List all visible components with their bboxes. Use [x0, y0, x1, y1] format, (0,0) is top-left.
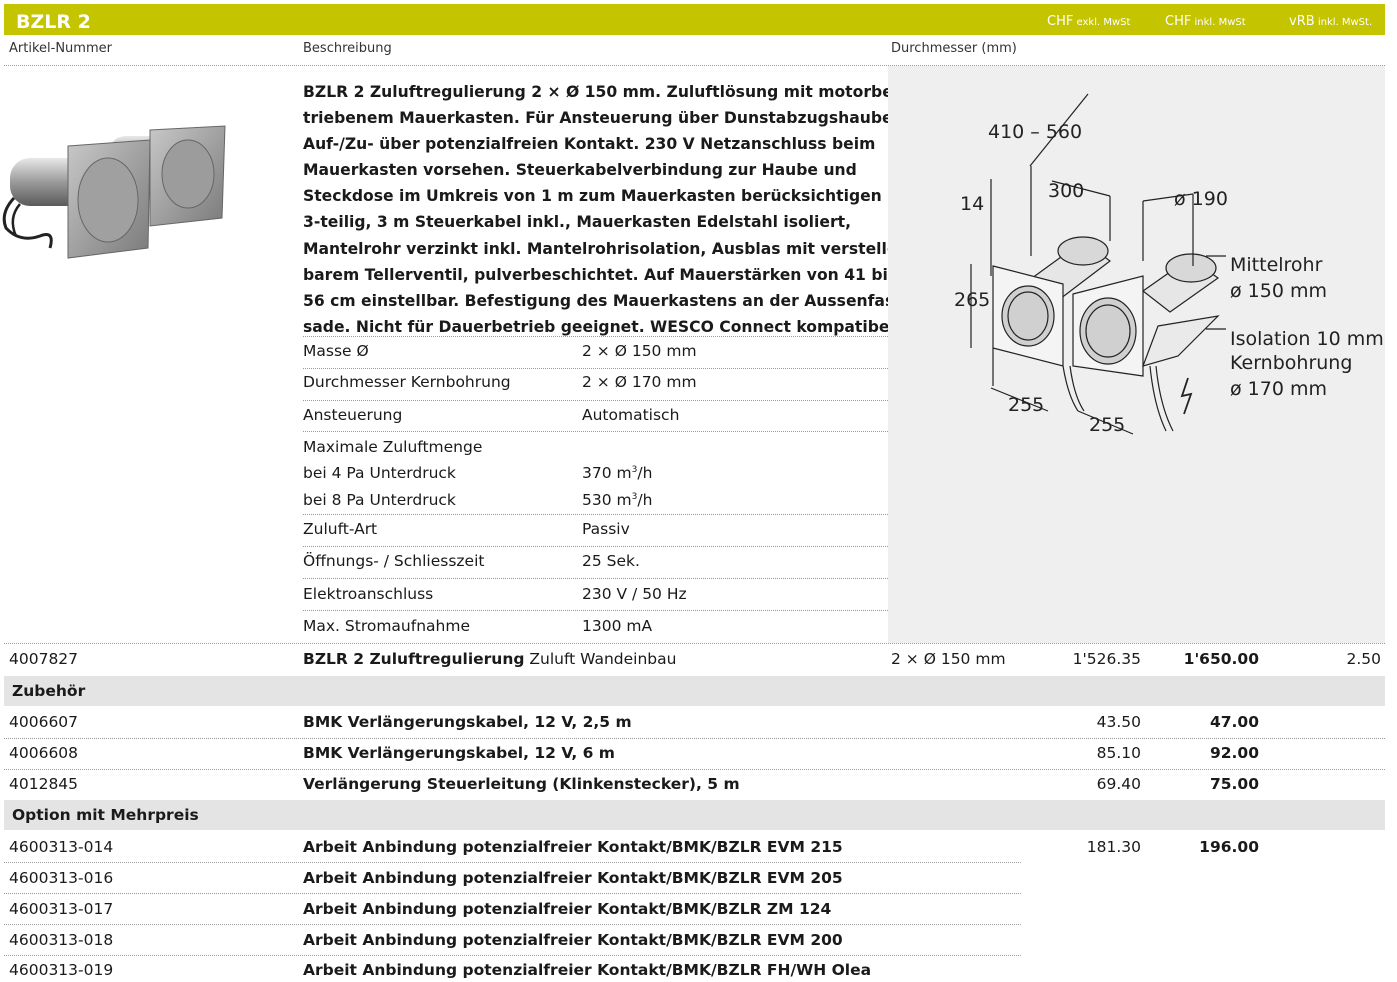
- accessory-name: BMK Verlängerungskabel, 12 V, 6 m: [303, 744, 615, 762]
- dimension-label: 300: [1048, 180, 1084, 202]
- spec-label: bei 4 Pa Unterdruck: [303, 464, 456, 482]
- section-header-accessories: Zubehör: [4, 676, 1385, 706]
- price-incl: 196.00: [1199, 838, 1259, 856]
- price-excl: 69.40: [1096, 775, 1141, 793]
- divider: [4, 862, 1021, 863]
- spec-value: Passiv: [582, 520, 630, 538]
- divider: [303, 336, 888, 337]
- spec-value: Automatisch: [582, 406, 680, 424]
- description-line: 3-teilig, 3 m Steuerkabel inkl., Mauerka…: [303, 213, 852, 232]
- price-excl: 181.30: [1086, 838, 1141, 856]
- spec-label: Durchmesser Kernbohrung: [303, 373, 511, 391]
- spec-label: Ansteuerung: [303, 406, 403, 424]
- price-incl: 47.00: [1209, 713, 1259, 731]
- price-excl: 85.10: [1096, 744, 1141, 762]
- spec-value: 2 × Ø 170 mm: [582, 373, 697, 391]
- article-number: 4600313-018: [9, 931, 114, 949]
- product-diameter: 2 × Ø 150 mm: [891, 650, 1006, 668]
- description-line: 56 cm einstellbar. Befestigung des Mauer…: [303, 291, 901, 310]
- callout-label: ø 170 mm: [1230, 378, 1327, 400]
- divider: [303, 578, 888, 579]
- article-number: 4006608: [9, 744, 79, 762]
- divider: [4, 769, 1385, 770]
- price-header-vrb: vRB inkl. MwSt.: [1289, 14, 1373, 29]
- article-number: 4006607: [9, 713, 79, 731]
- callout-label: ø 150 mm: [1230, 280, 1327, 302]
- column-header-article: Artikel-Nummer: [9, 41, 112, 56]
- callout-label: Kernbohrung: [1230, 352, 1352, 374]
- divider: [303, 514, 888, 515]
- option-name: Arbeit Anbindung potenzialfreier Kontakt…: [303, 900, 832, 918]
- description-line: Mantelrohr verzinkt inkl. Mantelrohrisol…: [303, 239, 894, 258]
- price-incl: 75.00: [1209, 775, 1259, 793]
- divider: [4, 924, 1021, 925]
- column-header-description: Beschreibung: [303, 41, 392, 56]
- article-number: 4600313-014: [9, 838, 114, 856]
- divider: [4, 893, 1021, 894]
- section-header-options: Option mit Mehrpreis: [4, 800, 1385, 830]
- spec-value: 370 m3/h: [582, 464, 653, 482]
- dimension-label: 14: [960, 193, 984, 215]
- callout-label: Isolation 10 mm: [1230, 328, 1384, 350]
- dimension-label: 265: [954, 289, 990, 311]
- price-header-excl: CHF exkl. MwSt: [1047, 14, 1131, 29]
- description-line: barem Tellerventil, pulverbeschichtet. A…: [303, 265, 898, 284]
- spec-value: 530 m3/h: [582, 491, 653, 509]
- divider: [303, 368, 888, 369]
- divider: [4, 643, 1385, 644]
- price-incl: 92.00: [1209, 744, 1259, 762]
- divider: [4, 738, 1385, 739]
- page-title: BZLR 2: [16, 11, 91, 33]
- option-name: Arbeit Anbindung potenzialfreier Kontakt…: [303, 838, 843, 856]
- divider: [303, 546, 888, 547]
- spec-label: Elektroanschluss: [303, 585, 434, 603]
- callout-label: Mittelrohr: [1230, 254, 1323, 276]
- accessory-name: Verlängerung Steuerleitung (Klinkensteck…: [303, 775, 740, 793]
- column-header-diameter: Durchmesser (mm): [891, 41, 1017, 56]
- dimension-label: 255: [1089, 414, 1125, 436]
- description-line: Steckdose im Umkreis von 1 m zum Mauerka…: [303, 187, 882, 206]
- spec-label: Max. Stromaufnahme: [303, 617, 470, 635]
- description-line: Mauerkasten vorsehen. Steuerkabelverbind…: [303, 161, 857, 180]
- product-photo: [2, 125, 226, 259]
- spec-label: Zuluft-Art: [303, 520, 378, 538]
- article-number: 4600313-016: [9, 869, 114, 887]
- article-number: 4600313-019: [9, 961, 114, 979]
- divider: [4, 955, 1021, 956]
- technical-drawing: 410 – 560 300 ø 190 14 265 255 255 Mitte…: [954, 93, 1384, 436]
- price-excl: 43.50: [1096, 713, 1141, 731]
- article-number: 4012845: [9, 775, 79, 793]
- spec-label: bei 8 Pa Unterdruck: [303, 491, 456, 509]
- product-description: BZLR 2 Zuluftregulierung 2 × Ø 150 mm. Z…: [303, 79, 901, 340]
- description-line: Auf-/Zu- über potenzialfreien Kontakt. 2…: [303, 135, 876, 154]
- option-name: Arbeit Anbindung potenzialfreier Kontakt…: [303, 869, 843, 887]
- divider: [303, 400, 888, 401]
- option-name: Arbeit Anbindung potenzialfreier Kontakt…: [303, 961, 872, 979]
- dimension-label: 255: [1008, 394, 1044, 416]
- price-incl: 1'650.00: [1183, 650, 1259, 668]
- price-header-incl: CHF inkl. MwSt: [1165, 14, 1246, 29]
- description-line: triebenem Mauerkasten. Für Ansteuerung ü…: [303, 109, 899, 128]
- vrb-fee: 2.50: [1346, 650, 1381, 668]
- spec-label: Öffnungs- / Schliesszeit: [303, 552, 485, 570]
- divider: [303, 431, 888, 432]
- spec-label: Maximale Zuluftmenge: [303, 438, 483, 456]
- price-excl: 1'526.35: [1072, 650, 1141, 668]
- article-number: 4007827: [9, 650, 79, 668]
- spec-label: Masse Ø: [303, 342, 369, 360]
- dimension-label: 410 – 560: [988, 121, 1082, 143]
- spec-value: 1300 mA: [582, 617, 653, 635]
- option-name: Arbeit Anbindung potenzialfreier Kontakt…: [303, 931, 843, 949]
- divider: [303, 610, 888, 611]
- article-number: 4600313-017: [9, 900, 114, 918]
- description-line: BZLR 2 Zuluftregulierung 2 × Ø 150 mm. Z…: [303, 83, 900, 101]
- spec-value: 230 V / 50 Hz: [582, 585, 687, 603]
- dimension-label: ø 190: [1174, 188, 1228, 210]
- spec-value: 25 Sek.: [582, 552, 640, 570]
- accessory-name: BMK Verlängerungskabel, 12 V, 2,5 m: [303, 713, 632, 731]
- product-name: BZLR 2 Zuluftregulierung Zuluft Wandeinb…: [303, 650, 677, 668]
- spec-value: 2 × Ø 150 mm: [582, 342, 697, 360]
